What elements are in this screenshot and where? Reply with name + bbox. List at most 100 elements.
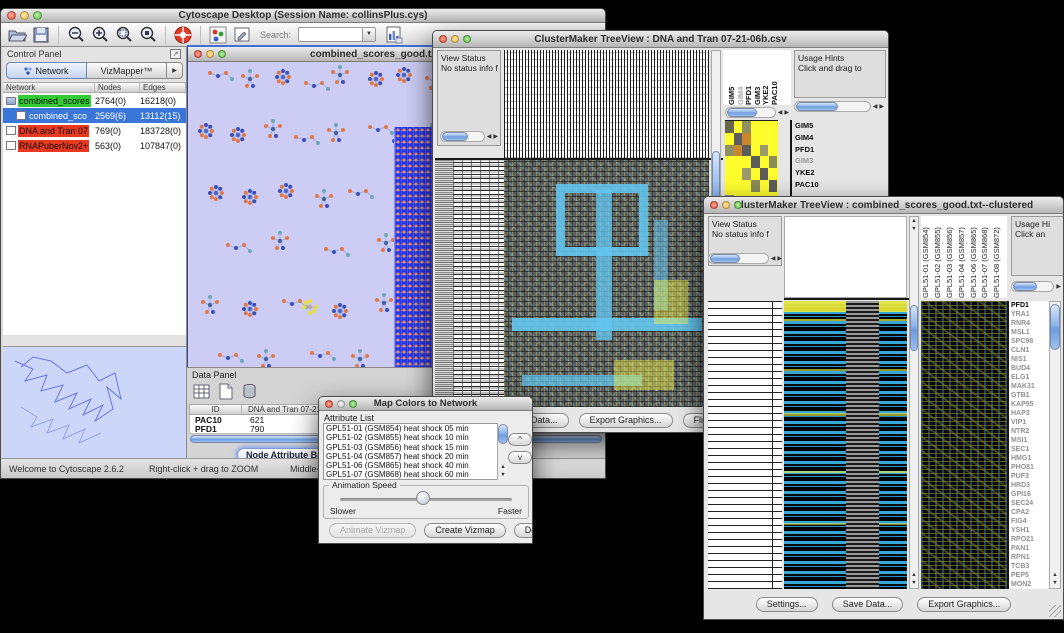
scroll-right-icon[interactable]: ▶ bbox=[493, 133, 498, 141]
hscrollbar[interactable] bbox=[440, 131, 485, 142]
select-attributes-icon[interactable] bbox=[193, 383, 210, 400]
scroll-left-icon[interactable]: ◀ bbox=[873, 103, 878, 111]
dialog-titlebar[interactable]: Map Colors to Network bbox=[319, 397, 532, 411]
list-item[interactable]: GPL51-01 (GSM854) heat shock 05 min bbox=[324, 424, 507, 433]
usage-hscrollbar[interactable]: ◀▶ bbox=[794, 101, 884, 112]
close-icon[interactable] bbox=[7, 11, 16, 20]
speed-slider-thumb[interactable] bbox=[416, 491, 430, 505]
list-item[interactable]: GPL51-02 (GSM855) heat shock 10 min bbox=[324, 433, 507, 442]
zoom-selected-icon[interactable] bbox=[114, 25, 134, 45]
scroll-down-icon[interactable]: ▼ bbox=[910, 580, 918, 587]
vscrollbar[interactable]: ▲ ▼ ▲ ▼ bbox=[909, 216, 919, 589]
combo-arrow-icon[interactable]: ▼ bbox=[362, 28, 375, 41]
row-dendrogram[interactable] bbox=[453, 160, 504, 407]
treeview-button[interactable]: Save Data... bbox=[832, 597, 904, 612]
close-icon[interactable] bbox=[325, 400, 333, 408]
vizmap-nodes-icon[interactable] bbox=[208, 25, 228, 45]
minimize-icon[interactable] bbox=[451, 35, 459, 43]
scroll-left-icon[interactable]: ◀ bbox=[771, 255, 776, 263]
scroll-down-icon[interactable]: ▼ bbox=[498, 472, 508, 479]
list-item[interactable]: GPL51-04 (GSM857) heat shock 20 min bbox=[324, 452, 507, 461]
scroll-up-icon[interactable]: ▲ bbox=[910, 572, 918, 579]
main-titlebar[interactable]: Cytoscape Desktop (Session Name: collins… bbox=[1, 9, 605, 23]
close-icon[interactable] bbox=[439, 35, 447, 43]
list-vscrollbar[interactable]: ▲ ▼ bbox=[497, 423, 508, 480]
close-icon[interactable] bbox=[710, 201, 718, 209]
maximize-icon[interactable] bbox=[33, 11, 42, 20]
delete-attribute-icon[interactable] bbox=[241, 383, 258, 400]
scroll-left-icon[interactable]: ◀ bbox=[487, 133, 492, 141]
gene-label: SPC98 bbox=[1011, 337, 1049, 346]
expression-heatmap[interactable] bbox=[784, 301, 907, 589]
usage-hscrollbar[interactable]: ▶ bbox=[1011, 281, 1061, 292]
search-input[interactable]: ▼ bbox=[298, 27, 376, 42]
view-status-hscrollbar[interactable]: ◀▶ bbox=[708, 253, 782, 264]
scroll-down-icon[interactable]: ▼ bbox=[1050, 580, 1060, 587]
gene-list-vscrollbar[interactable]: ▲ ▼ bbox=[1049, 301, 1061, 589]
zoom-in-icon[interactable] bbox=[90, 25, 110, 45]
treeview-button[interactable]: Export Graphics... bbox=[917, 597, 1011, 612]
new-attribute-icon[interactable] bbox=[217, 383, 234, 400]
scroll-left-icon[interactable]: ◀ bbox=[778, 109, 783, 117]
maximize-icon[interactable] bbox=[349, 400, 357, 408]
row-label: GIM5 bbox=[795, 120, 835, 132]
control-panel-tabs: Network VizMapper™ ▶ bbox=[6, 61, 183, 80]
minimize-icon[interactable] bbox=[722, 201, 730, 209]
tab-vizmapper[interactable]: VizMapper™ bbox=[87, 62, 167, 79]
annotation-page-icon[interactable] bbox=[232, 25, 252, 45]
help-lifesaver-icon[interactable] bbox=[173, 25, 193, 45]
save-icon[interactable] bbox=[31, 25, 51, 45]
scroll-up-icon[interactable]: ▲ bbox=[498, 464, 508, 471]
tab-overflow-arrow[interactable]: ▶ bbox=[167, 62, 183, 79]
maximize-icon[interactable] bbox=[734, 201, 742, 209]
animate-vizmap-button[interactable]: Animate Vizmap bbox=[329, 523, 416, 538]
create-vizmap-button[interactable]: Create Vizmap bbox=[424, 523, 505, 538]
faster-label: Faster bbox=[498, 506, 522, 516]
close-icon[interactable] bbox=[194, 50, 202, 58]
column-dendrogram[interactable] bbox=[504, 50, 709, 158]
heatmap-blob bbox=[614, 360, 674, 390]
network-overview-panel[interactable] bbox=[3, 346, 186, 460]
list-item[interactable]: GPL51-07 (GSM868) heat shock 60 min bbox=[324, 470, 507, 479]
data-heatmap[interactable] bbox=[921, 301, 1007, 589]
done-button[interactable]: Done bbox=[514, 523, 533, 538]
treeview1-titlebar[interactable]: ClusterMaker TreeView : DNA and Tran 07-… bbox=[433, 31, 888, 48]
zoom-fit-icon[interactable] bbox=[138, 25, 158, 45]
minimize-icon[interactable] bbox=[337, 400, 345, 408]
matrix-hscrollbar[interactable]: ◀▶ bbox=[725, 107, 789, 118]
minimize-icon[interactable] bbox=[20, 11, 29, 20]
move-down-button[interactable]: v bbox=[508, 451, 532, 464]
resize-grip[interactable] bbox=[1049, 605, 1061, 617]
treeview-button[interactable]: Export Graphics... bbox=[579, 413, 673, 428]
dense-network-cluster[interactable] bbox=[394, 127, 432, 375]
table-row[interactable]: RNAPuberNov2+ 563(0) 107847(0) bbox=[3, 138, 186, 153]
chart-report-icon[interactable] bbox=[384, 25, 404, 45]
minimize-icon[interactable] bbox=[206, 50, 214, 58]
scroll-up-icon[interactable]: ▲ bbox=[910, 218, 918, 225]
maximize-icon[interactable] bbox=[463, 35, 471, 43]
list-item[interactable]: GPL51-03 (GSM856) heat shock 15 min bbox=[324, 443, 507, 452]
scroll-right-icon[interactable]: ▶ bbox=[879, 103, 884, 111]
row-dendrogram[interactable] bbox=[708, 301, 782, 589]
similarity-heatmap[interactable] bbox=[504, 160, 709, 407]
scroll-down-icon[interactable]: ▼ bbox=[910, 226, 918, 233]
row-labels-column[interactable] bbox=[435, 160, 453, 407]
scroll-right-icon[interactable]: ▶ bbox=[1056, 283, 1061, 291]
scroll-right-icon[interactable]: ▶ bbox=[784, 109, 789, 117]
table-row[interactable]: combined_sco 2569(6) 13112(15) bbox=[3, 108, 186, 123]
table-row[interactable]: combined_scores 2764(0) 16218(0) bbox=[3, 93, 186, 108]
treeview-button[interactable]: Settings... bbox=[756, 597, 818, 612]
tab-network[interactable]: Network bbox=[6, 62, 87, 79]
maximize-icon[interactable] bbox=[218, 50, 226, 58]
zoom-out-icon[interactable] bbox=[66, 25, 86, 45]
gene-label: PAN1 bbox=[1011, 544, 1049, 553]
scroll-right-icon[interactable]: ▶ bbox=[777, 255, 782, 263]
table-row[interactable]: DNA and Tran 07 769(0) 183728(0) bbox=[3, 123, 186, 138]
list-item[interactable]: GPL51-06 (GSM865) heat shock 40 min bbox=[324, 461, 507, 470]
column-tree-panel[interactable] bbox=[784, 216, 907, 298]
open-file-icon[interactable] bbox=[7, 25, 27, 45]
float-panel-icon[interactable]: ↗ bbox=[170, 49, 181, 59]
move-up-button[interactable]: ^ bbox=[508, 433, 532, 446]
treeview2-titlebar[interactable]: ClusterMaker TreeView : combined_scores_… bbox=[704, 197, 1063, 214]
scroll-up-icon[interactable]: ▲ bbox=[1050, 572, 1060, 579]
